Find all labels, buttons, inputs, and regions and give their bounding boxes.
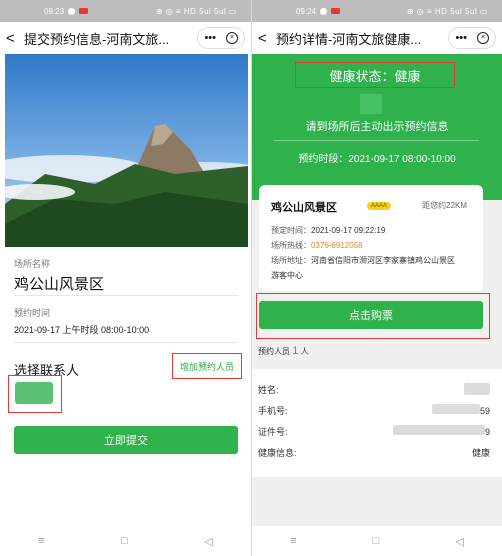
status-time: 09:23: [44, 6, 65, 16]
divider: [274, 140, 479, 141]
address-continued: 游客中心: [271, 271, 303, 280]
mini-program-capsule: ••• ×: [197, 27, 245, 49]
hotline-number[interactable]: 0376-6912058: [311, 241, 363, 250]
menu-icon[interactable]: ≡: [38, 535, 44, 547]
divider: [14, 342, 238, 343]
mini-program-capsule: ••• ×: [448, 27, 496, 49]
system-nav-bar: ≡ □ ◁: [252, 526, 502, 556]
status-bar: 09:24 ⊕ ◎ ≡ HD 5ul 5ul ▭: [252, 0, 502, 22]
notification-red-icon: [79, 8, 89, 14]
venue-label: 场所名称: [14, 259, 51, 269]
submit-button[interactable]: 立即提交: [14, 426, 238, 454]
appointment-label: 预约时间: [14, 308, 51, 318]
venue-photo: [5, 54, 248, 247]
home-icon[interactable]: □: [373, 535, 380, 547]
system-nav-bar: ≡ □ ◁: [0, 526, 251, 556]
people-count: 1: [292, 345, 299, 357]
venue-field: 场所名称 鸡公山风景区: [14, 257, 104, 294]
menu-icon[interactable]: ≡: [290, 535, 296, 547]
venue-name: 鸡公山风景区: [14, 276, 105, 293]
show-info-hint: 请到场所后主动出示预约信息: [305, 121, 449, 133]
visitor-info-panel: 姓名: 手机号: 59 证件号: 9 健康信息: 健康: [252, 369, 502, 477]
id-row: 证件号: 9: [258, 425, 490, 438]
phone-row: 手机号: 59: [258, 404, 490, 417]
status-bar: 09:23 ⊕ ◎ ≡ HD 5ul 5ul ▭: [0, 0, 251, 22]
nav-bar: < 提交预约信息-河南文旅... ••• ×: [0, 22, 251, 54]
back-icon[interactable]: <: [258, 30, 276, 47]
people-label: 预约人员: [258, 347, 290, 356]
address-row-2: 游客中心: [271, 270, 303, 281]
phone-tail: 59: [479, 406, 490, 416]
more-icon[interactable]: •••: [455, 32, 467, 44]
contact-selection-highlight: [8, 375, 62, 413]
back-icon[interactable]: <: [6, 30, 24, 47]
back-nav-icon[interactable]: ◁: [204, 535, 212, 548]
venue-name: 鸡公山风景区: [271, 202, 337, 214]
health-value: 健康: [471, 448, 490, 458]
status-icons: ⊕ ◎ ≡ HD 5ul 5ul ▭: [406, 6, 488, 16]
address: 河南省信阳市浉河区李家寨镇鸡公山景区: [311, 256, 455, 265]
phone-redacted: [431, 404, 480, 414]
grade-badge: AAAA: [367, 202, 392, 210]
page-title: 提交预约信息-河南文旅...: [24, 31, 170, 47]
name-label: 姓名:: [258, 385, 279, 395]
nav-bar: < 预约详情-河南文旅健康... ••• ×: [252, 22, 502, 54]
status-icons: ⊕ ◎ ≡ HD 5ul 5ul ▭: [155, 6, 237, 16]
home-icon[interactable]: □: [121, 535, 128, 547]
health-status: 健康状态：健康: [295, 62, 455, 88]
name-redacted: [464, 383, 490, 395]
divider: [14, 295, 238, 296]
hotline-row: 场所热线：0376-6912058: [271, 241, 363, 250]
booked-time: 2021-09-17 09:22:19: [311, 226, 386, 235]
health-label: 健康信息:: [258, 448, 297, 458]
notification-red-icon: [331, 8, 341, 14]
close-icon[interactable]: ×: [226, 32, 238, 44]
people-count-row: 预约人员 1 人: [258, 345, 309, 357]
mountain-landscape-image: [5, 54, 248, 247]
phone-right-detail-page: 09:24 ⊕ ◎ ≡ HD 5ul 5ul ▭ < 预约详情-河南文旅健康..…: [252, 0, 502, 556]
qr-code-icon: [360, 94, 382, 114]
phone-label: 手机号:: [258, 406, 288, 416]
venue-card: 鸡公山风景区 AAAA 距您约22KM 预定时间：2021-09-17 09:2…: [259, 185, 483, 291]
back-nav-icon[interactable]: ◁: [455, 535, 463, 548]
people-unit: 人: [300, 347, 309, 356]
appointment-time: 预约时段：2021-09-17 08:00-10:00: [298, 154, 456, 165]
phone-left-submit-page: 09:23 ⊕ ◎ ≡ HD 5ul 5ul ▭ < 提交预约信息-河南文旅..…: [0, 0, 252, 556]
health-status-panel: 健康状态：健康 请到场所后主动出示预约信息 预约时段：2021-09-17 08…: [252, 54, 502, 200]
notification-dot-icon: [320, 7, 328, 15]
page-title: 预约详情-河南文旅健康...: [276, 31, 422, 47]
buy-button-highlight: 点击购票: [256, 293, 490, 339]
name-row: 姓名:: [258, 383, 490, 396]
health-row: 健康信息: 健康: [258, 446, 490, 459]
id-redacted: [392, 425, 485, 435]
appointment-value: 2021-09-17 上午时段 08:00-10:00: [14, 325, 150, 335]
address-row: 场所地址：河南省信阳市浉河区李家寨镇鸡公山景区: [271, 256, 455, 265]
close-icon[interactable]: ×: [477, 32, 489, 44]
more-icon[interactable]: •••: [204, 32, 216, 44]
booked-time-row: 预定时间：2021-09-17 09:22:19: [271, 226, 386, 235]
distance: 距您约22KM: [422, 201, 467, 210]
status-time: 09:24: [296, 6, 317, 16]
id-tail: 9: [484, 427, 490, 437]
appointment-field: 预约时间 2021-09-17 上午时段 08:00-10:00: [14, 306, 149, 336]
notification-dot-icon: [68, 7, 76, 15]
id-label: 证件号:: [258, 427, 288, 437]
contact-chip[interactable]: [15, 382, 53, 404]
buy-ticket-button[interactable]: 点击购票: [259, 301, 483, 329]
add-person-button[interactable]: 增加预约人员: [172, 353, 242, 379]
